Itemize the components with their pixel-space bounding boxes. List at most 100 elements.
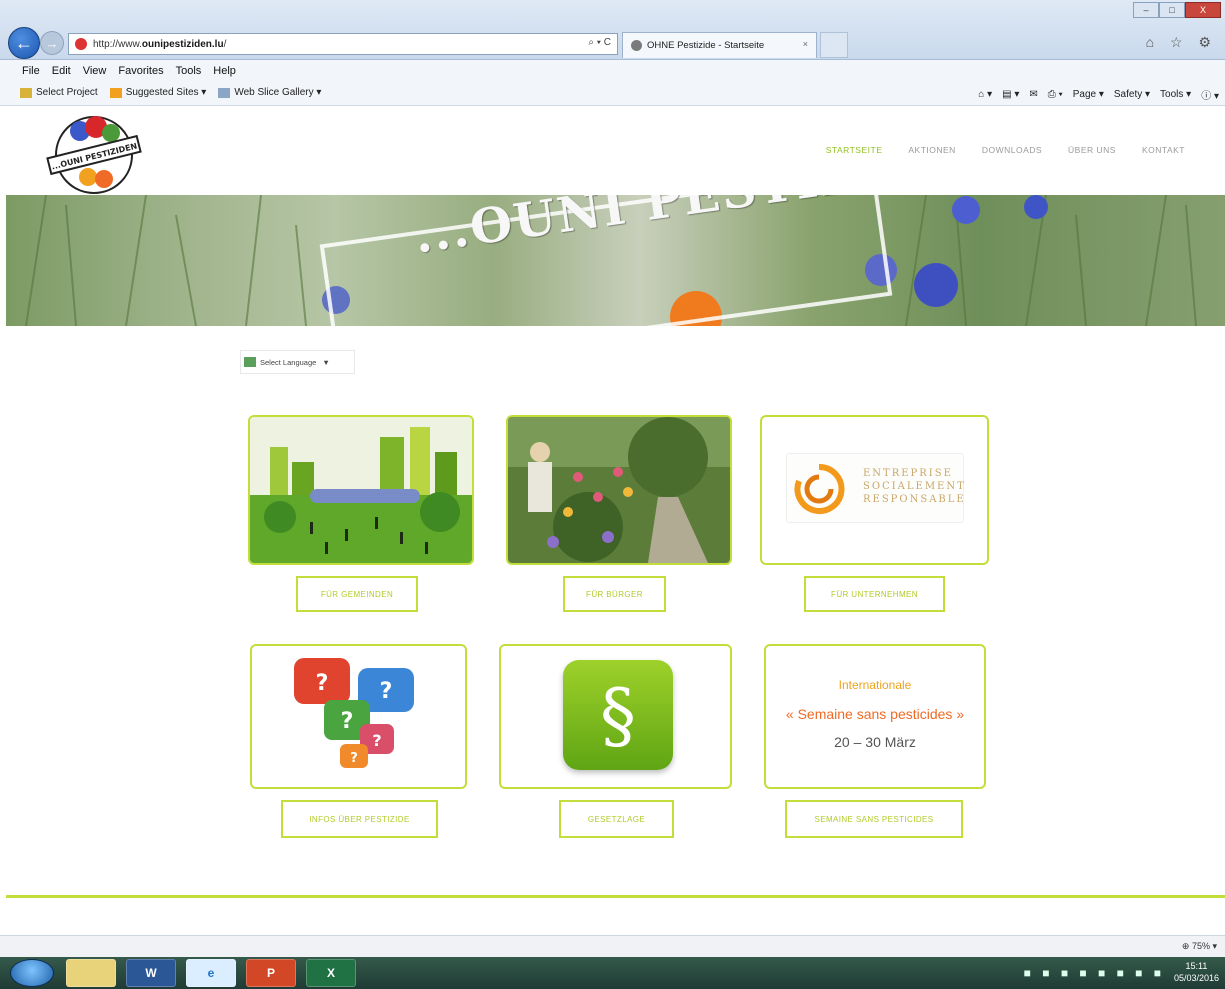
fav-suggested-sites[interactable]: Suggested Sites ▾ [109,87,207,98]
fav-select-project[interactable]: Select Project [20,87,98,98]
clock[interactable]: 15:11 05/03/2016 [1174,960,1219,984]
fav-web-slice[interactable]: Web Slice Gallery ▾ [218,87,321,98]
tab-favicon-icon [631,40,642,51]
menu-tools[interactable]: Tools [176,65,202,77]
esr-swirl-icon [794,463,845,514]
svg-text:?: ? [372,731,381,750]
search-refresh-icon[interactable]: ⌕ ▾ C [588,37,611,48]
fav-label: Select Project [36,87,98,98]
web-slice-icon [218,87,231,98]
zoom-control[interactable]: ⊕ 75% ▾ [1182,941,1217,952]
browser-titlebar: ← → http://www. ounipestiziden.lu / ⌕ ▾ … [0,0,1225,60]
menu-view[interactable]: View [83,65,107,77]
card-unternehmen[interactable]: ENTREPRISE SOCIALEMENT RESPONSABLE [760,415,989,565]
top-navigation: STARTSEITE AKTIONEN DOWNLOADS ÜBER UNS K… [826,145,1185,155]
safety-menu[interactable]: Safety ▾ [1114,89,1150,100]
esr-line-2: SOCIALEMENT [863,481,966,492]
page-menu[interactable]: Page ▾ [1073,89,1104,100]
status-bar: ⊕ 75% ▾ [0,935,1225,957]
nav-startseite[interactable]: STARTSEITE [826,145,883,155]
semaine-title: Internationale [838,678,912,692]
svg-text:?: ? [341,709,354,734]
site-favicon-icon [75,38,87,50]
translate-icon [244,357,256,367]
forward-arrow-icon: → [45,35,59,51]
fav-label: Suggested Sites ▾ [125,87,207,98]
card-infos[interactable]: ? ? ? ? ? [250,644,467,789]
powerpoint-icon[interactable]: P [246,959,296,987]
menu-bar: File Edit View Favorites Tools Help [0,60,1225,82]
tools-menu[interactable]: Tools ▾ [1160,89,1191,100]
start-button[interactable] [10,959,54,987]
word-icon[interactable]: W [126,959,176,987]
menu-favorites[interactable]: Favorites [118,65,163,77]
fuer-buerger-button[interactable]: FÜR BÜRGER [563,576,666,612]
semaine-sans-pesticides-button[interactable]: SEMAINE SANS PESTICIDES [785,800,963,838]
system-tray-icons[interactable]: ■ ■ ■ ■ ■ ■ ■ ■ [1024,966,1165,980]
favorites-bar: Select Project Suggested Sites ▾ Web Sli… [0,82,1225,106]
clock-date: 05/03/2016 [1173,973,1219,983]
close-button[interactable]: X [1185,2,1221,18]
gesetzlage-button[interactable]: GESETZLAGE [559,800,674,838]
help-icon[interactable]: ⓘ ▾ [1201,87,1219,102]
card-semaine[interactable]: Internationale « Semaine sans pesticides… [764,644,986,789]
card-gesetzlage[interactable]: § [499,644,732,789]
esr-line-1: ENTREPRISE [863,468,953,479]
back-button[interactable]: ← [8,27,40,59]
new-tab-button[interactable] [820,32,848,58]
paragraph-icon: § [563,660,673,770]
browser-tab[interactable]: OHNE Pestizide - Startseite × [622,32,817,58]
language-select-label: Select Language [260,357,317,367]
semaine-subtitle: « Semaine sans pesticides » [785,706,965,722]
esr-logo: ENTREPRISE SOCIALEMENT RESPONSABLE [786,453,964,523]
svg-text:?: ? [316,671,329,696]
tab-close-icon[interactable]: × [803,39,808,49]
nav-kontakt[interactable]: KONTAKT [1142,145,1185,155]
address-bar[interactable]: http://www. ounipestiziden.lu / ⌕ ▾ C [68,33,618,55]
minimize-button[interactable]: – [1133,2,1159,18]
url-suffix: / [223,38,227,50]
excel-icon[interactable]: X [306,959,356,987]
mail-icon[interactable]: ✉ [1029,89,1037,100]
explorer-icon[interactable] [66,959,116,987]
menu-edit[interactable]: Edit [52,65,71,77]
windows-taskbar: W e P X ■ ■ ■ ■ ■ ■ ■ ■ 15:11 05/03/2016 [0,957,1225,989]
card-gemeinden[interactable] [248,415,474,565]
footer-divider [6,895,1225,898]
semaine-dates: 20 – 30 März [834,734,916,750]
star-icon [20,87,32,98]
question-bubbles-illustration: ? ? ? ? ? [294,658,414,768]
url-domain: ounipestiziden.lu [141,38,224,50]
print-icon[interactable]: ⎙ ▾ [1048,89,1063,100]
maximize-button[interactable]: □ [1159,2,1185,18]
back-arrow-icon: ← [15,32,33,53]
esr-line-3: RESPONSABLE [863,494,966,505]
language-select[interactable]: Select Language ▼ [240,350,355,374]
infos-ueber-pestizide-button[interactable]: INFOS ÜBER PESTIZIDE [281,800,438,838]
site-logo[interactable]: ...OUNI PESTIZIDEN [40,111,148,197]
nav-ueber-uns[interactable]: ÜBER UNS [1068,145,1116,155]
home-icon[interactable]: ⌂ ▾ [978,89,992,100]
hero-banner: ...OUNI PESTIZIDEN [6,195,1225,326]
menu-help[interactable]: Help [213,65,236,77]
nav-downloads[interactable]: DOWNLOADS [982,145,1042,155]
garden-photo [508,417,730,563]
fuer-unternehmen-button[interactable]: FÜR UNTERNEHMEN [804,576,945,612]
card-buerger[interactable] [506,415,732,565]
feeds-icon[interactable]: ▤ ▾ [1002,89,1019,100]
web-page: ...OUNI PESTIZIDEN STARTSEITE AKTIONEN D… [0,107,1225,935]
community-illustration [250,417,472,563]
clock-time: 15:11 [1185,961,1208,971]
tab-title: OHNE Pestizide - Startseite [647,40,765,51]
home-favorites-settings-icon[interactable]: ⌂ ☆ ⚙ [1146,34,1217,51]
nav-aktionen[interactable]: AKTIONEN [908,145,955,155]
forward-button[interactable]: → [40,31,64,55]
internet-explorer-icon[interactable]: e [186,959,236,987]
chevron-down-icon: ▼ [322,357,330,367]
menu-file[interactable]: File [22,65,40,77]
svg-text:?: ? [350,751,358,766]
suggested-sites-icon [109,87,122,98]
fav-label: Web Slice Gallery ▾ [234,87,322,98]
esr-text: ENTREPRISE SOCIALEMENT RESPONSABLE [863,467,966,506]
fuer-gemeinden-button[interactable]: FÜR GEMEINDEN [296,576,418,612]
